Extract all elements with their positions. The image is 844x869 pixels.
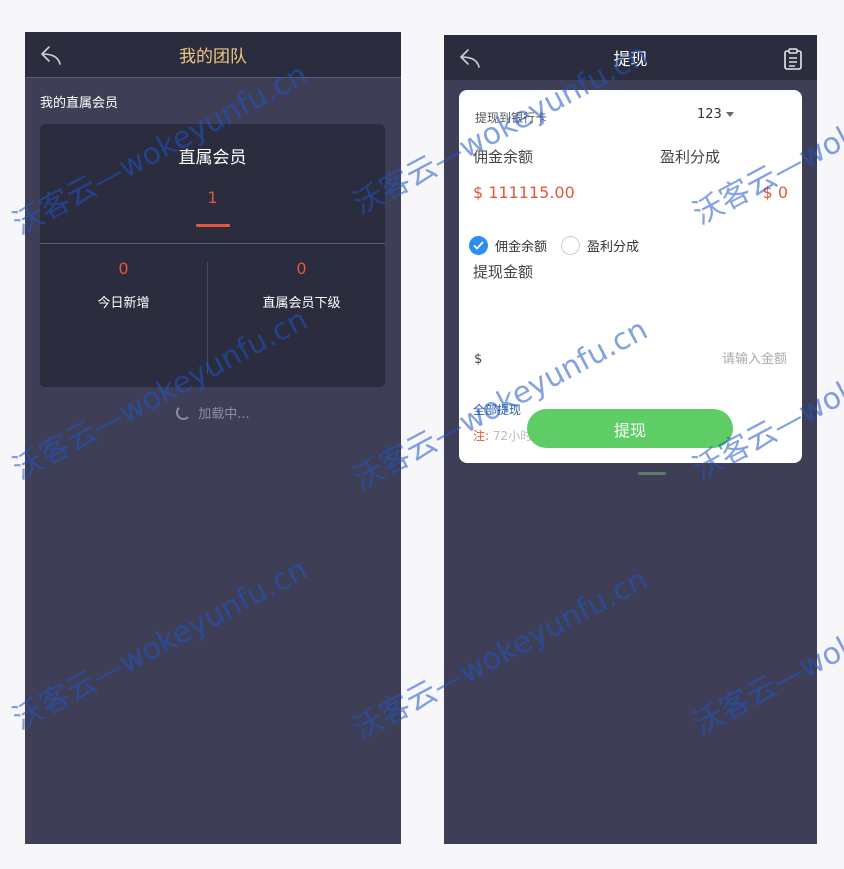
- stat-value: 0: [296, 259, 307, 278]
- withdraw-submit-button[interactable]: 提现: [527, 409, 733, 448]
- clipboard-icon[interactable]: [783, 47, 803, 71]
- team-screen: 我的团队 我的直属会员 直属会员 1 0 今日新增 0 直属会员下级 加载中..…: [25, 32, 401, 844]
- back-arrow-icon[interactable]: [39, 44, 63, 66]
- withdraw-amount-label: 提现金额: [473, 263, 534, 281]
- withdraw-screen: 提现 提现到银行卡 123 佣金余额 盈利分成 $ 111115.00 $ 0 …: [444, 35, 817, 844]
- radio-commission[interactable]: [469, 236, 488, 255]
- radio-label: 盈利分成: [587, 240, 640, 255]
- loading-text: 加载中...: [198, 407, 250, 422]
- spinner-icon: [176, 405, 192, 420]
- bank-card-label: 提现到银行卡: [475, 111, 548, 125]
- section-label: 我的直属会员: [40, 96, 119, 111]
- amount-input-row: $: [474, 352, 787, 367]
- page-title: 我的团队: [179, 47, 247, 67]
- page-title: 提现: [613, 50, 648, 70]
- stat-value: 0: [118, 259, 129, 278]
- bank-card-value: 123: [697, 107, 722, 122]
- stat-sub-members[interactable]: 0 直属会员下级: [218, 259, 385, 311]
- commission-balance-label: 佣金余额: [473, 148, 534, 166]
- amount-input[interactable]: [587, 352, 787, 367]
- balance-radio-group: 佣金余额 盈利分成: [469, 236, 653, 255]
- navbar: 提现: [444, 35, 817, 80]
- stat-label: 直属会员下级: [262, 296, 341, 311]
- withdraw-all-link[interactable]: 全部提现: [473, 401, 521, 418]
- divider: [25, 77, 401, 78]
- commission-balance-value: $ 111115.00: [473, 183, 575, 202]
- profit-share-value: $ 0: [762, 183, 788, 202]
- stat-today-new[interactable]: 0 今日新增: [40, 259, 207, 311]
- note-prefix: 注:: [473, 429, 490, 443]
- count-underline: [196, 224, 230, 227]
- card-title: 直属会员: [178, 148, 247, 168]
- profit-share-label: 盈利分成: [660, 148, 721, 166]
- bank-card-select[interactable]: 123: [697, 107, 734, 122]
- check-icon: [473, 241, 484, 250]
- withdraw-card: 提现到银行卡 123 佣金余额 盈利分成 $ 111115.00 $ 0 佣金余…: [459, 90, 802, 463]
- loading-indicator: 加载中...: [25, 403, 401, 422]
- stats-divider: [207, 262, 208, 374]
- chevron-down-icon: [725, 112, 734, 117]
- radio-label: 佣金余额: [495, 240, 548, 255]
- currency-symbol: $: [474, 352, 483, 367]
- card-divider: [40, 243, 385, 244]
- member-count[interactable]: 1: [40, 188, 385, 207]
- navbar: 我的团队: [25, 32, 401, 77]
- direct-members-card: 直属会员 1 0 今日新增 0 直属会员下级: [40, 124, 385, 387]
- stat-label: 今日新增: [97, 296, 150, 311]
- radio-profit-share[interactable]: [561, 236, 581, 255]
- back-arrow-icon[interactable]: [458, 47, 482, 69]
- bottom-handle: [638, 472, 666, 475]
